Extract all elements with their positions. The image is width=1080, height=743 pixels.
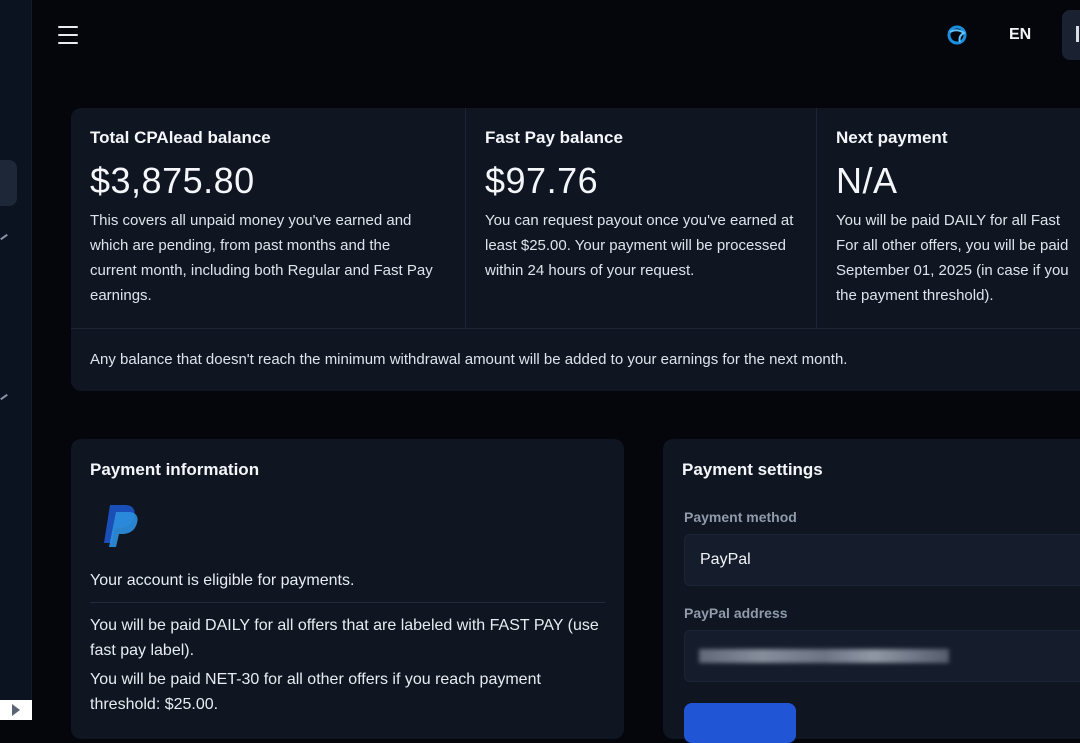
total-balance-section: Total CPAlead balance $3,875.80 This cov… bbox=[90, 128, 440, 308]
sidebar-item-active[interactable] bbox=[0, 160, 17, 206]
next-payment-title: Next payment bbox=[836, 128, 948, 147]
language-selector[interactable]: EN bbox=[1009, 26, 1031, 44]
play-arrow-icon bbox=[12, 704, 20, 716]
next-payment-description: You will be paid DAILY for all Fast For … bbox=[836, 212, 1069, 304]
balance-card: Total CPAlead balance $3,875.80 This cov… bbox=[71, 108, 1080, 391]
payment-settings-title: Payment settings bbox=[682, 460, 823, 479]
balance-note: Any balance that doesn't reach the minim… bbox=[90, 351, 848, 368]
top-bar: EN bbox=[32, 0, 1080, 70]
net30-payment-text: You will be paid NET-30 for all other of… bbox=[90, 671, 541, 713]
next-payment-section: Next payment N/A You will be paid DAILY … bbox=[836, 128, 1079, 328]
sidebar-item-icon[interactable] bbox=[0, 233, 8, 241]
divider bbox=[90, 602, 605, 603]
globe-icon[interactable] bbox=[946, 24, 968, 46]
payment-information-card: Payment information Your account is elig… bbox=[71, 439, 624, 739]
save-button[interactable] bbox=[684, 703, 796, 743]
redacted-email bbox=[699, 649, 949, 663]
payment-information-title: Payment information bbox=[90, 460, 260, 479]
paypal-logo bbox=[104, 505, 138, 547]
fast-pay-title: Fast Pay balance bbox=[485, 128, 623, 147]
total-balance-description: This covers all unpaid money you've earn… bbox=[90, 212, 433, 304]
payment-settings-card: Payment settings Payment method PayPal P… bbox=[663, 439, 1080, 743]
paypal-address-input[interactable] bbox=[684, 630, 1080, 682]
next-payment-amount: N/A bbox=[836, 160, 898, 201]
fast-pay-amount: $97.76 bbox=[485, 160, 599, 201]
sidebar bbox=[0, 0, 32, 720]
divider bbox=[465, 108, 466, 328]
payment-method-select[interactable]: PayPal bbox=[684, 534, 1080, 586]
payment-method-value: PayPal bbox=[700, 551, 751, 568]
sidebar-item-icon[interactable] bbox=[0, 393, 8, 401]
daily-payment-text: You will be paid DAILY for all offers th… bbox=[90, 617, 599, 659]
fast-pay-section: Fast Pay balance $97.76 You can request … bbox=[485, 128, 810, 283]
total-balance-title: Total CPAlead balance bbox=[90, 128, 271, 147]
hamburger-icon[interactable] bbox=[58, 26, 78, 44]
divider bbox=[816, 108, 817, 328]
divider bbox=[71, 328, 1080, 329]
sidebar-expand-button[interactable] bbox=[0, 700, 32, 720]
payment-method-label: Payment method bbox=[684, 509, 797, 525]
paypal-address-label: PayPal address bbox=[684, 605, 788, 621]
eligibility-text: Your account is eligible for payments. bbox=[90, 572, 355, 589]
user-menu-button[interactable] bbox=[1062, 10, 1080, 60]
fast-pay-description: You can request payout once you've earne… bbox=[485, 212, 794, 279]
total-balance-amount: $3,875.80 bbox=[90, 160, 255, 201]
